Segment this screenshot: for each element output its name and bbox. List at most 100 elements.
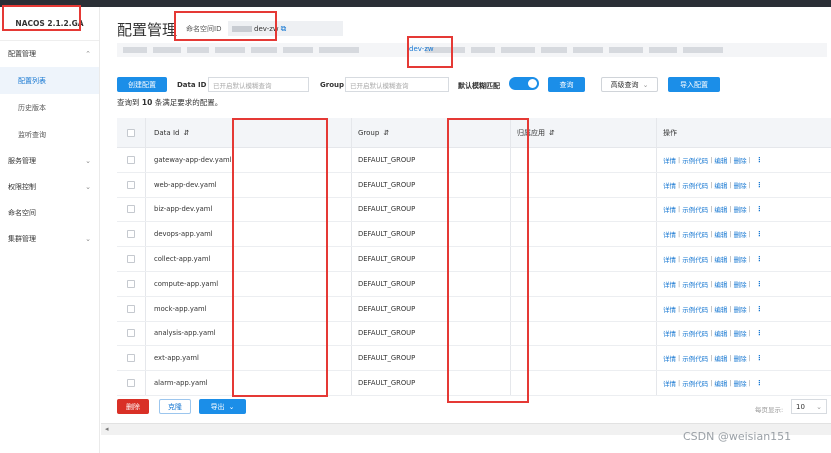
sort-icon[interactable]: ⇵ bbox=[183, 129, 189, 137]
sample-code-link[interactable]: 示例代码 bbox=[682, 155, 708, 165]
delete-link[interactable]: 删除 bbox=[734, 229, 747, 239]
namespace-tab-blurred[interactable] bbox=[251, 47, 277, 53]
advanced-query-dropdown[interactable]: 高级查询 ⌄ bbox=[601, 77, 658, 92]
namespace-tab-blurred[interactable] bbox=[501, 47, 535, 53]
delete-link[interactable]: 删除 bbox=[734, 180, 747, 190]
sidebar-item-5[interactable]: 权限控制 ⌄ bbox=[0, 174, 99, 200]
page-size-select[interactable]: 10 ⌄ bbox=[791, 399, 827, 414]
col-app[interactable]: 归属应用 ⇵ bbox=[510, 118, 656, 147]
edit-link[interactable]: 编辑 bbox=[714, 155, 727, 165]
namespace-tab-blurred[interactable] bbox=[215, 47, 245, 53]
sample-code-link[interactable]: 示例代码 bbox=[682, 279, 708, 289]
row-checkbox[interactable] bbox=[127, 379, 135, 388]
edit-link[interactable]: 编辑 bbox=[714, 229, 727, 239]
namespace-tab-blurred[interactable] bbox=[683, 47, 723, 53]
sample-code-link[interactable]: 示例代码 bbox=[682, 204, 708, 214]
namespace-tab-blurred[interactable] bbox=[153, 47, 181, 53]
more-icon[interactable]: ⋮ bbox=[756, 255, 763, 263]
row-checkbox[interactable] bbox=[127, 205, 135, 214]
sample-code-link[interactable]: 示例代码 bbox=[682, 304, 708, 314]
export-dropdown[interactable]: 导出 ⌄ bbox=[199, 399, 246, 414]
detail-link[interactable]: 详情 bbox=[663, 155, 676, 165]
query-button[interactable]: 查询 bbox=[548, 77, 585, 92]
more-icon[interactable]: ⋮ bbox=[756, 181, 763, 189]
edit-link[interactable]: 编辑 bbox=[714, 279, 727, 289]
dataid-input[interactable]: 已开启默认模糊查询 bbox=[208, 77, 309, 92]
delete-link[interactable]: 删除 bbox=[734, 328, 747, 338]
delete-link[interactable]: 删除 bbox=[734, 204, 747, 214]
detail-link[interactable]: 详情 bbox=[663, 229, 676, 239]
edit-link[interactable]: 编辑 bbox=[714, 254, 727, 264]
sidebar-item-4[interactable]: 服务管理 ⌄ bbox=[0, 148, 99, 174]
row-checkbox[interactable] bbox=[127, 354, 135, 363]
sidebar-item-1[interactable]: 配置列表 bbox=[0, 67, 99, 94]
delete-link[interactable]: 删除 bbox=[734, 353, 747, 363]
row-checkbox[interactable] bbox=[127, 180, 135, 189]
detail-link[interactable]: 详情 bbox=[663, 304, 676, 314]
row-checkbox[interactable] bbox=[127, 155, 135, 164]
more-icon[interactable]: ⋮ bbox=[756, 205, 763, 213]
more-icon[interactable]: ⋮ bbox=[756, 230, 763, 238]
row-checkbox[interactable] bbox=[127, 329, 135, 338]
group-input[interactable]: 已开启默认模糊查询 bbox=[345, 77, 449, 92]
clone-button[interactable]: 克隆 bbox=[159, 399, 191, 414]
namespace-tab-blurred[interactable] bbox=[573, 47, 603, 53]
more-icon[interactable]: ⋮ bbox=[756, 354, 763, 362]
import-config-button[interactable]: 导入配置 bbox=[668, 77, 720, 92]
sample-code-link[interactable]: 示例代码 bbox=[682, 180, 708, 190]
sample-code-link[interactable]: 示例代码 bbox=[682, 328, 708, 338]
row-checkbox[interactable] bbox=[127, 230, 135, 239]
sidebar-item-2[interactable]: 历史版本 bbox=[0, 94, 99, 121]
row-checkbox[interactable] bbox=[127, 279, 135, 288]
row-checkbox[interactable] bbox=[127, 304, 135, 313]
namespace-tab-blurred[interactable] bbox=[609, 47, 643, 53]
detail-link[interactable]: 详情 bbox=[663, 204, 676, 214]
detail-link[interactable]: 详情 bbox=[663, 328, 676, 338]
fuzzy-match-toggle[interactable] bbox=[509, 77, 539, 90]
edit-link[interactable]: 编辑 bbox=[714, 353, 727, 363]
copy-icon[interactable]: ⧉ bbox=[281, 24, 287, 34]
scroll-left-icon[interactable]: ◂ bbox=[105, 425, 109, 433]
delete-button[interactable]: 删除 bbox=[117, 399, 149, 414]
detail-link[interactable]: 详情 bbox=[663, 180, 676, 190]
detail-link[interactable]: 详情 bbox=[663, 279, 676, 289]
delete-link[interactable]: 删除 bbox=[734, 254, 747, 264]
row-checkbox[interactable] bbox=[127, 255, 135, 264]
more-icon[interactable]: ⋮ bbox=[756, 305, 763, 313]
namespace-tab-blurred[interactable] bbox=[187, 47, 209, 53]
sample-code-link[interactable]: 示例代码 bbox=[682, 353, 708, 363]
namespace-tab-blurred[interactable] bbox=[471, 47, 495, 53]
delete-link[interactable]: 删除 bbox=[734, 155, 747, 165]
namespace-tab-blurred[interactable] bbox=[649, 47, 677, 53]
edit-link[interactable]: 编辑 bbox=[714, 204, 727, 214]
more-icon[interactable]: ⋮ bbox=[756, 156, 763, 164]
namespace-tab-blurred[interactable] bbox=[319, 47, 359, 53]
sidebar-item-7[interactable]: 集群管理 ⌄ bbox=[0, 226, 99, 252]
detail-link[interactable]: 详情 bbox=[663, 353, 676, 363]
sample-code-link[interactable]: 示例代码 bbox=[682, 229, 708, 239]
more-icon[interactable]: ⋮ bbox=[756, 329, 763, 337]
delete-link[interactable]: 删除 bbox=[734, 378, 747, 388]
detail-link[interactable]: 详情 bbox=[663, 254, 676, 264]
namespace-tab-blurred[interactable] bbox=[541, 47, 567, 53]
create-config-button[interactable]: 创建配置 bbox=[117, 77, 167, 92]
namespace-tab-blurred[interactable] bbox=[283, 47, 313, 53]
namespace-tab-blurred[interactable] bbox=[123, 47, 147, 53]
sort-icon[interactable]: ⇵ bbox=[383, 129, 389, 137]
delete-link[interactable]: 删除 bbox=[734, 279, 747, 289]
sample-code-link[interactable]: 示例代码 bbox=[682, 378, 708, 388]
edit-link[interactable]: 编辑 bbox=[714, 304, 727, 314]
select-all-checkbox[interactable] bbox=[127, 128, 135, 137]
edit-link[interactable]: 编辑 bbox=[714, 378, 727, 388]
sample-code-link[interactable]: 示例代码 bbox=[682, 254, 708, 264]
more-icon[interactable]: ⋮ bbox=[756, 379, 763, 387]
sidebar-item-6[interactable]: 命名空间 bbox=[0, 200, 99, 226]
delete-link[interactable]: 删除 bbox=[734, 304, 747, 314]
sidebar-item-0[interactable]: 配置管理 ⌃ bbox=[0, 41, 99, 67]
more-icon[interactable]: ⋮ bbox=[756, 280, 763, 288]
sort-icon[interactable]: ⇵ bbox=[549, 129, 555, 137]
detail-link[interactable]: 详情 bbox=[663, 378, 676, 388]
edit-link[interactable]: 编辑 bbox=[714, 328, 727, 338]
edit-link[interactable]: 编辑 bbox=[714, 180, 727, 190]
sidebar-item-3[interactable]: 监听查询 bbox=[0, 121, 99, 148]
